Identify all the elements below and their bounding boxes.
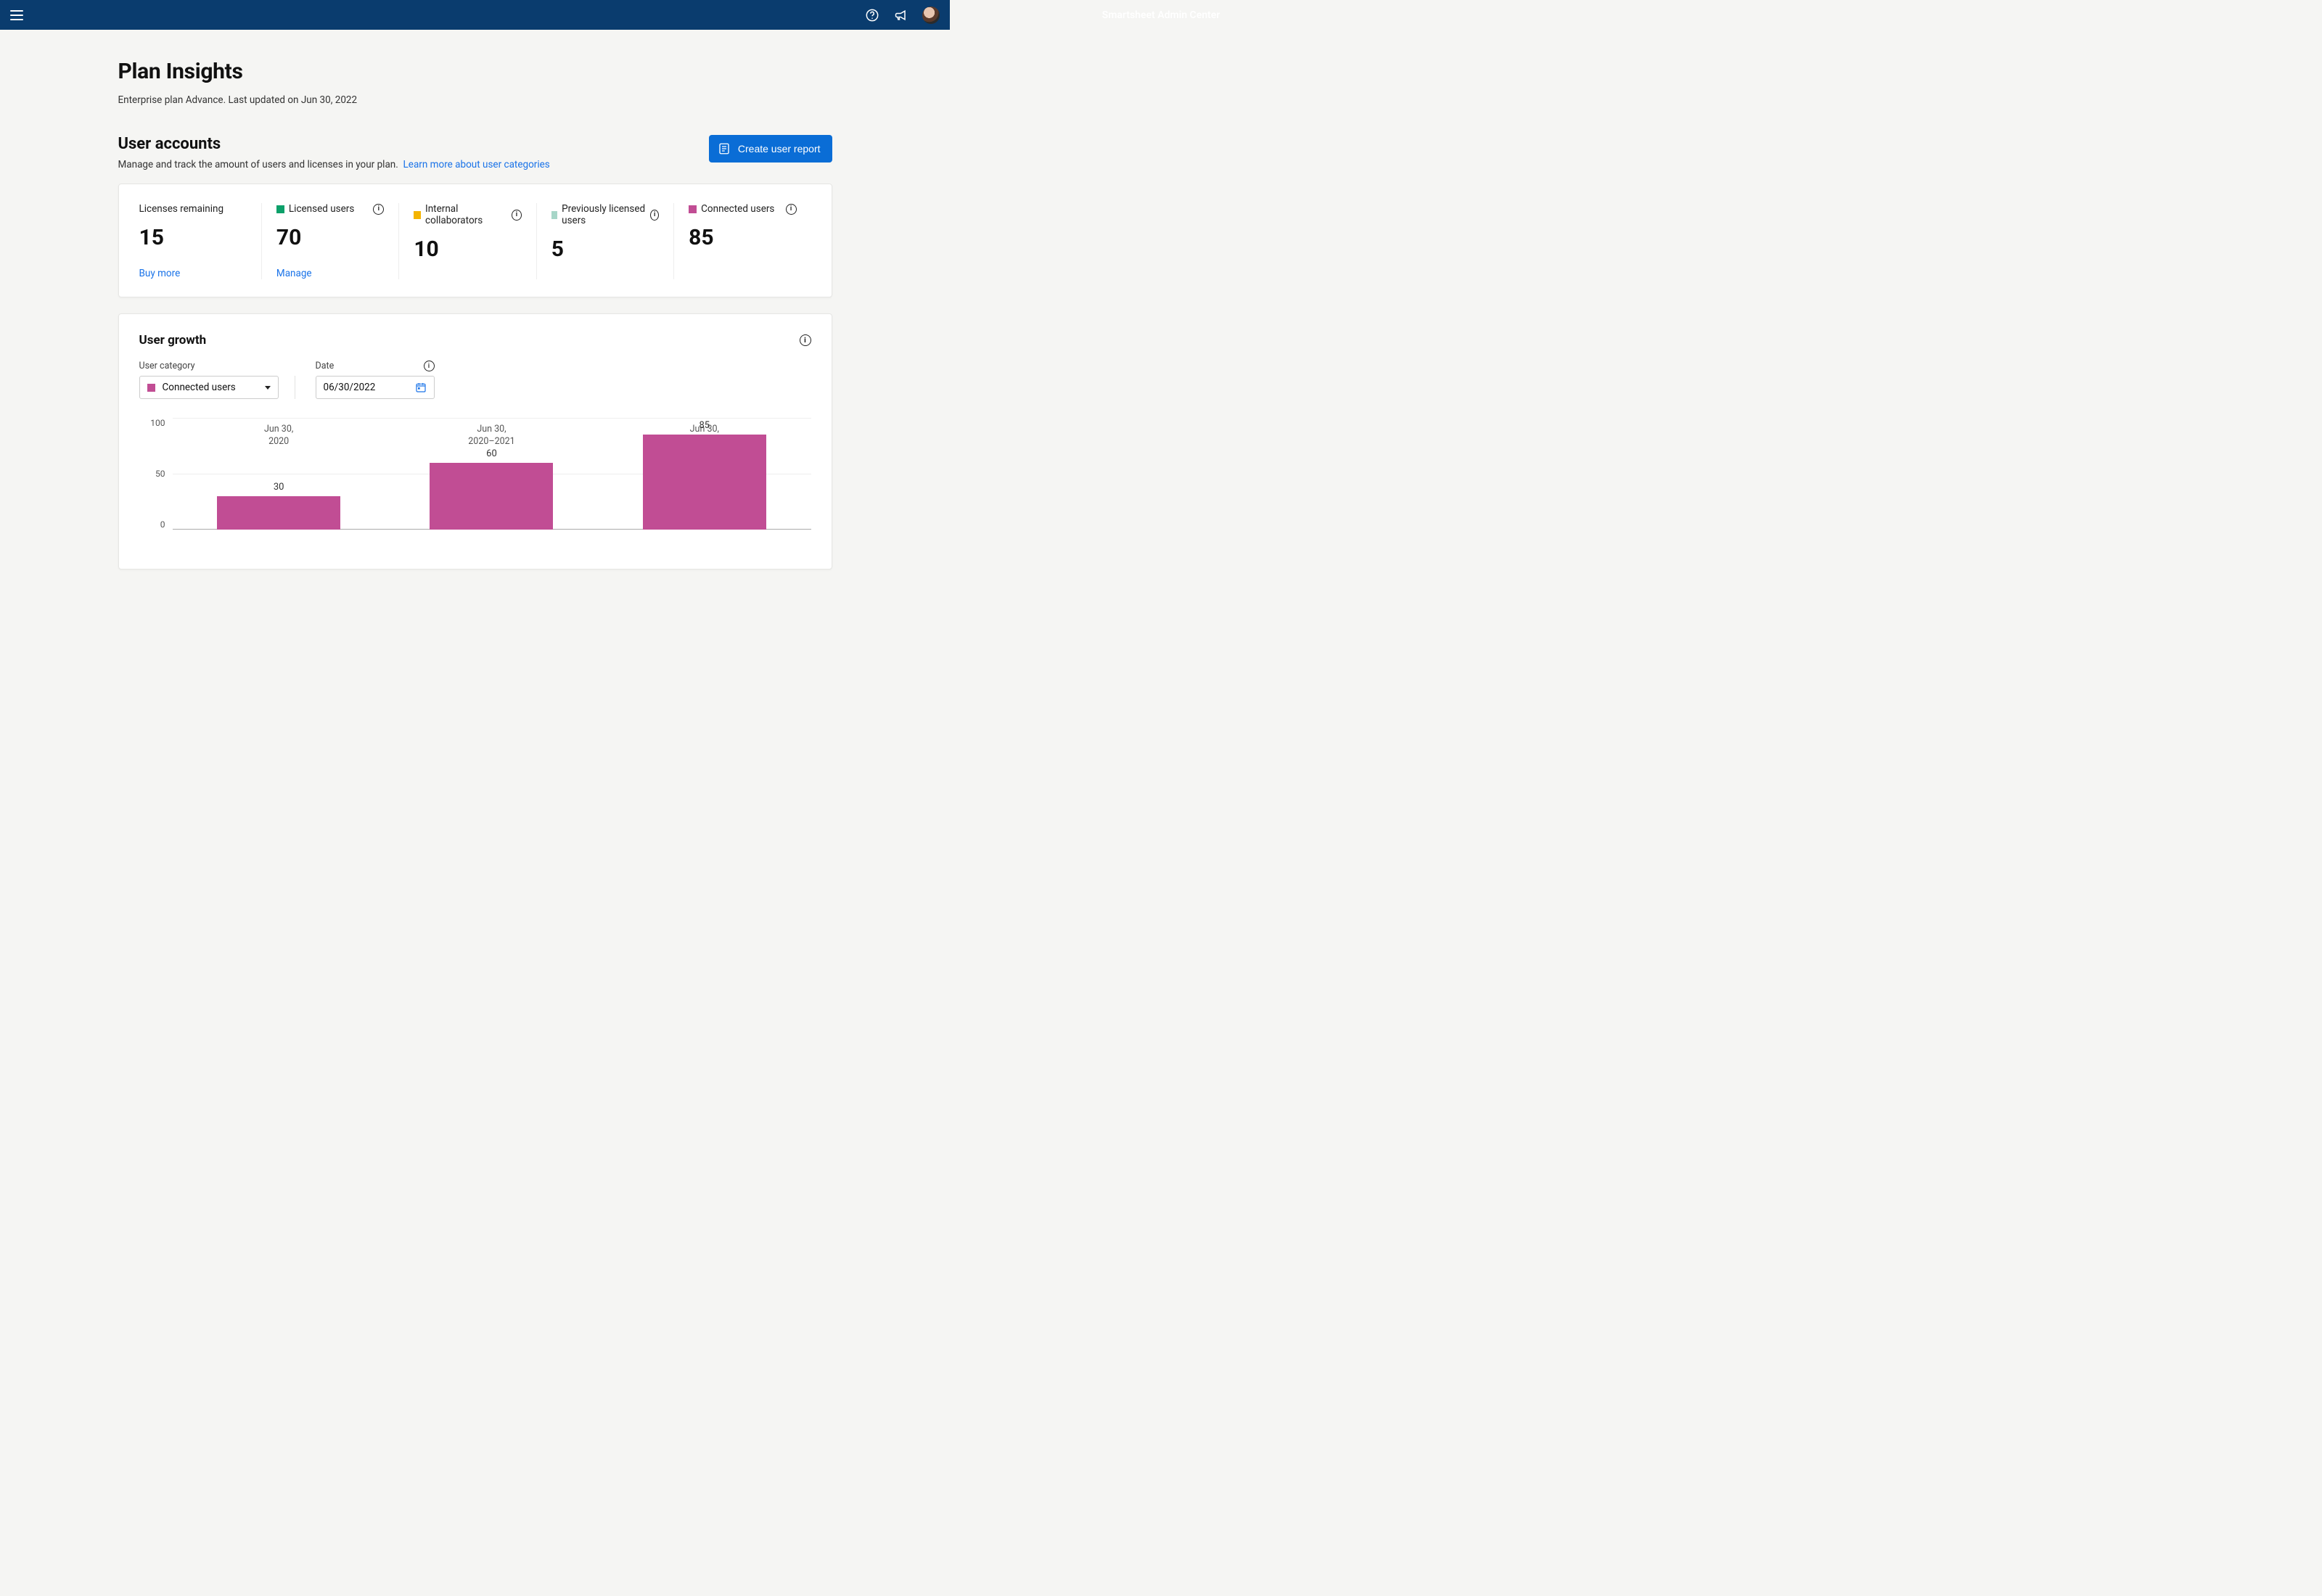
bar: 85: [643, 418, 766, 530]
page-title: Plan Insights: [118, 59, 832, 84]
app-title: Smartsheet Admin Center: [1102, 9, 1221, 21]
stat-value: 10: [414, 236, 521, 262]
category-control: User category Connected users: [139, 361, 279, 399]
date-control: Date i 06/30/2022: [316, 361, 435, 399]
user-growth-heading: User growth: [139, 333, 207, 347]
stats-card: Licenses remaining 15 Buy more Licensed …: [118, 184, 832, 297]
info-icon[interactable]: i: [650, 210, 659, 221]
stat-value: 70: [276, 225, 384, 250]
y-tick: 100: [150, 418, 165, 428]
category-label: User category: [139, 361, 279, 371]
manage-link[interactable]: Manage: [276, 268, 384, 279]
info-icon[interactable]: i: [786, 204, 797, 215]
date-value: 06/30/2022: [324, 382, 376, 393]
help-icon[interactable]: [864, 7, 880, 23]
y-tick: 50: [155, 469, 165, 479]
stat-value: 85: [689, 225, 796, 250]
stat-label: Licensed users: [289, 203, 354, 215]
bar-value-label: 30: [217, 482, 340, 493]
main-content: Plan Insights Enterprise plan Advance. L…: [0, 30, 950, 569]
stat-internal-collaborators: Internal collaborators i 10: [398, 203, 536, 279]
user-accounts-description: Manage and track the amount of users and…: [118, 159, 550, 170]
y-tick: 0: [160, 519, 165, 530]
bar: 30: [217, 418, 340, 530]
learn-more-link[interactable]: Learn more about user categories: [403, 159, 550, 170]
swatch-connected: [689, 205, 697, 213]
bar-value-label: 85: [643, 420, 766, 431]
user-accounts-heading: User accounts: [118, 135, 550, 153]
stat-value: 15: [139, 225, 247, 250]
stat-label: Internal collaborators: [425, 203, 507, 226]
bar-value-label: 60: [430, 448, 553, 459]
info-icon[interactable]: i: [373, 204, 384, 215]
y-axis: 100 50 0: [139, 418, 173, 530]
swatch-licensed: [276, 205, 284, 213]
date-label: Date i: [316, 361, 435, 371]
stat-connected-users: Connected users i 85: [673, 203, 811, 279]
app-header: Smartsheet Admin Center: [0, 0, 950, 30]
stat-licensed-users: Licensed users i 70 Manage: [261, 203, 398, 279]
buy-more-link[interactable]: Buy more: [139, 268, 247, 279]
stat-licenses-remaining: Licenses remaining 15 Buy more: [139, 203, 261, 279]
chevron-down-icon: [265, 386, 271, 390]
stat-label: Previously licensed users: [562, 203, 646, 226]
swatch-internal: [414, 211, 421, 219]
user-growth-card: User growth i User category Connected us…: [118, 313, 832, 569]
stat-value: 5: [551, 236, 659, 262]
create-user-report-button[interactable]: Create user report: [709, 135, 832, 163]
category-select[interactable]: Connected users: [139, 376, 279, 399]
info-icon[interactable]: i: [424, 361, 435, 371]
stat-label: Licenses remaining: [139, 203, 224, 215]
stat-label: Connected users: [701, 203, 774, 215]
calendar-icon: [415, 382, 427, 393]
info-icon[interactable]: i: [512, 210, 522, 221]
date-picker[interactable]: 06/30/2022: [316, 376, 435, 399]
announcements-icon[interactable]: [893, 7, 909, 23]
menu-icon[interactable]: [10, 10, 23, 20]
user-accounts-header: User accounts Manage and track the amoun…: [118, 135, 832, 170]
report-icon: [718, 142, 731, 155]
avatar[interactable]: [922, 7, 940, 24]
page-subtitle: Enterprise plan Advance. Last updated on…: [118, 94, 832, 106]
swatch-connected: [147, 384, 155, 392]
info-icon[interactable]: i: [800, 334, 811, 346]
bar: 60: [430, 418, 553, 530]
category-selected-value: Connected users: [163, 382, 236, 393]
swatch-prev: [551, 211, 557, 219]
user-growth-chart: 100 50 0 306085 Jun 30,2020Jun 30,2020–2…: [139, 418, 811, 553]
stat-previously-licensed: Previously licensed users i 5: [536, 203, 673, 279]
